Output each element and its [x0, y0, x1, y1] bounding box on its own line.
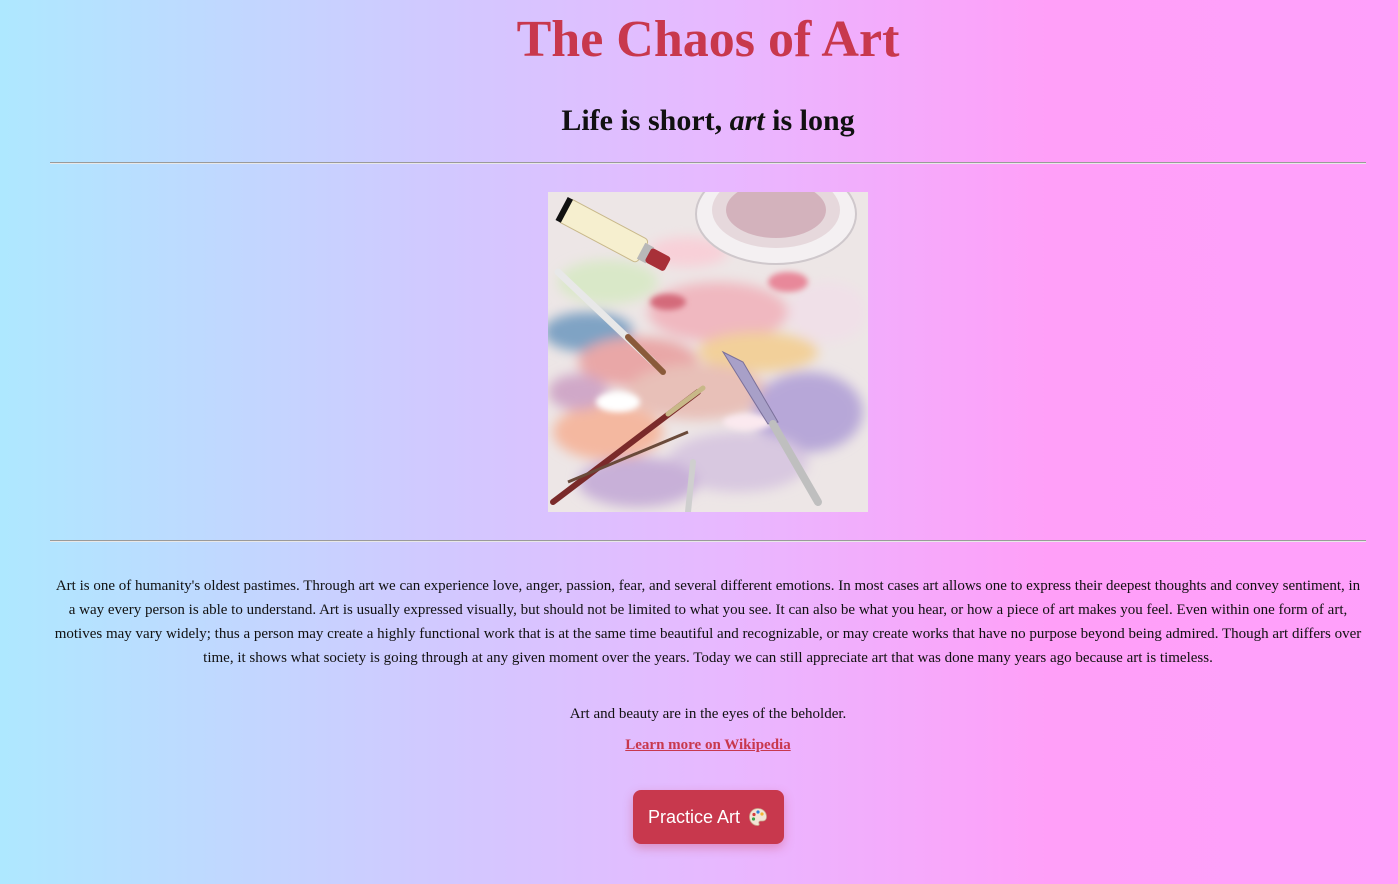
divider-bottom — [50, 540, 1366, 542]
subtitle-end: is long — [764, 104, 855, 137]
palette-icon — [749, 808, 767, 826]
page-title: The Chaos of Art — [516, 11, 900, 68]
quote-text: Art and beauty are in the eyes of the be… — [569, 706, 847, 722]
practice-art-button[interactable]: Practice Art — [632, 790, 784, 844]
wikipedia-link[interactable]: Learn more on Wikipedia — [625, 737, 790, 753]
subtitle-start: Life is short, — [561, 104, 730, 137]
art-palette-image — [548, 192, 868, 512]
image-container — [50, 192, 1366, 512]
intro-paragraph: Art is one of humanity's oldest pastimes… — [54, 578, 1362, 666]
link-row: Learn more on Wikipedia — [50, 736, 1366, 754]
divider-top — [50, 162, 1366, 164]
practice-art-label: Practice Art — [647, 806, 741, 827]
page: The Chaos of Art Life is short, art is l… — [0, 0, 1398, 844]
button-row: Practice Art — [50, 790, 1366, 844]
subtitle-emphasis: art — [729, 104, 765, 137]
page-subtitle: Life is short, art is long — [50, 104, 1366, 138]
